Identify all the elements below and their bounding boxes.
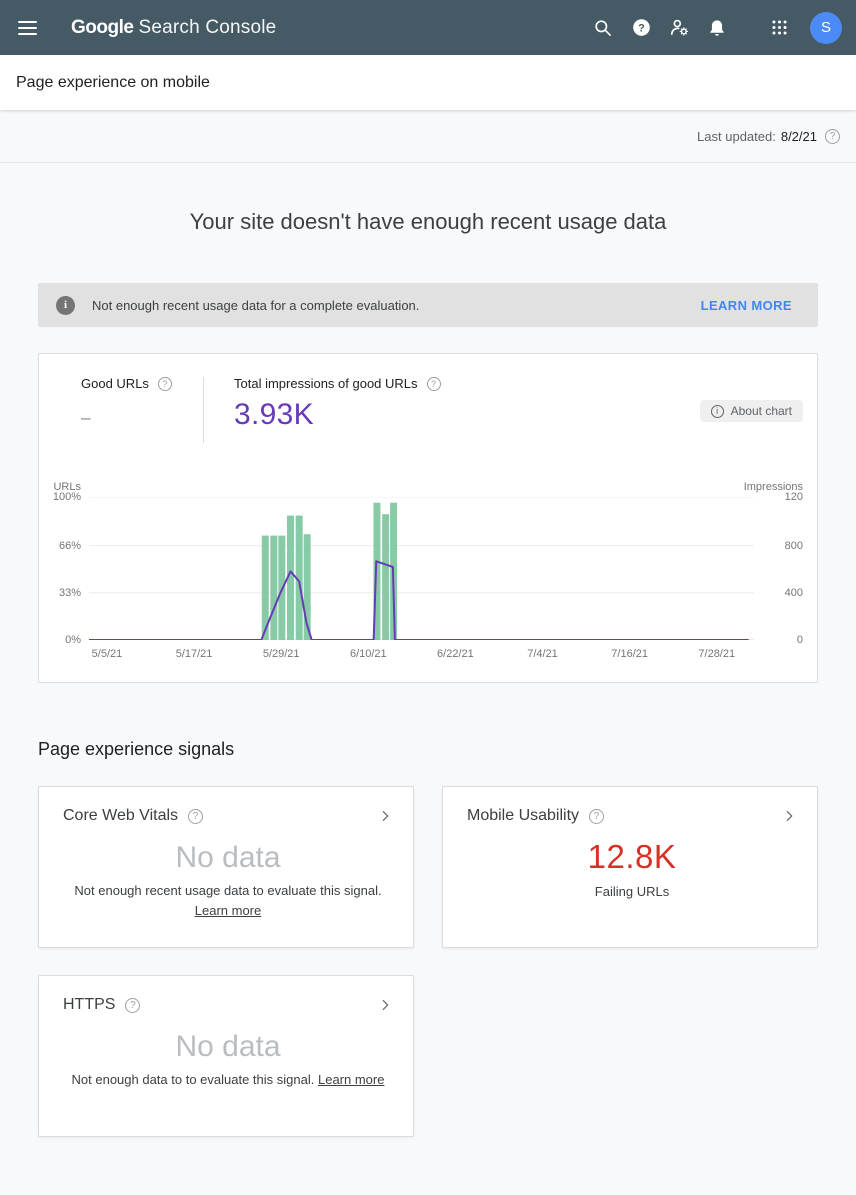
y-tick-label: 33% <box>59 587 81 599</box>
last-updated-date: 8/2/21 <box>781 129 817 144</box>
x-tick-label: 7/16/21 <box>611 648 648 660</box>
y-tick-label: 800 <box>785 540 803 552</box>
y-tick-label: 0% <box>65 634 81 646</box>
card-mobile-usability[interactable]: Mobile Usability ? 12.8K Failing URLs <box>442 786 818 948</box>
breadcrumb[interactable]: Page experience on mobile <box>16 74 210 92</box>
card-help-icon[interactable]: ? <box>125 998 140 1013</box>
learn-more-link[interactable]: Learn more <box>63 902 393 920</box>
logo-google: Google <box>71 17 133 39</box>
metrics-divider <box>203 377 204 443</box>
app-logo[interactable]: Google Search Console <box>71 17 276 39</box>
x-tick-label: 5/5/21 <box>92 648 123 660</box>
signals-heading: Page experience signals <box>38 739 818 760</box>
impressions-value: 3.93K <box>234 398 441 432</box>
about-chart-label: About chart <box>731 404 792 418</box>
y-tick-label: 400 <box>785 587 803 599</box>
last-updated-help-icon[interactable]: ? <box>825 129 840 144</box>
y-axis-right: Impressions 1208004000 <box>754 481 817 641</box>
info-icon: i <box>56 296 75 315</box>
y-tick-label: 100% <box>53 491 81 503</box>
failing-urls-value: 12.8K <box>467 838 797 876</box>
card-caption: Failing URLs <box>467 883 797 901</box>
x-axis: 5/5/21 5/17/21 5/29/21 6/10/21 6/22/21 7/4/21… <box>89 644 754 666</box>
info-banner: i Not enough recent usage data for a com… <box>38 283 818 327</box>
card-title: Mobile Usability <box>467 807 579 825</box>
chevron-right-icon[interactable] <box>377 997 393 1013</box>
good-urls-help-icon[interactable]: ? <box>158 377 172 391</box>
card-caption: Not enough recent usage data to evaluate… <box>74 883 381 898</box>
no-data-text: No data <box>63 841 393 875</box>
card-title: Core Web Vitals <box>63 807 178 825</box>
learn-more-link[interactable]: Learn more <box>318 1072 384 1087</box>
good-urls-value: – <box>81 408 177 428</box>
last-updated-label: Last updated: <box>697 129 776 144</box>
about-chart-button[interactable]: i About chart <box>700 400 803 422</box>
metric-impressions[interactable]: Total impressions of good URLs ? 3.93K <box>234 376 441 432</box>
card-help-icon[interactable]: ? <box>589 809 604 824</box>
apps-grid-icon[interactable] <box>760 9 798 47</box>
metric-good-urls-label: Good URLs <box>81 376 149 391</box>
chart-card: Good URLs ? – Total impressions of good … <box>38 353 818 683</box>
card-help-icon[interactable]: ? <box>188 809 203 824</box>
x-tick-label: 5/17/21 <box>176 648 213 660</box>
metric-impressions-label: Total impressions of good URLs <box>234 376 418 391</box>
chart-metrics-row: Good URLs ? – Total impressions of good … <box>39 354 817 443</box>
no-data-text: No data <box>63 1030 393 1064</box>
y-tick-label: 0 <box>797 634 803 646</box>
banner-message: Not enough recent usage data for a compl… <box>92 298 419 313</box>
card-caption: Not enough data to to evaluate this sign… <box>72 1072 315 1087</box>
hamburger-menu-icon[interactable] <box>18 10 54 46</box>
notifications-bell-icon[interactable] <box>698 9 736 47</box>
card-core-web-vitals[interactable]: Core Web Vitals ? No data Not enough rec… <box>38 786 414 948</box>
x-tick-label: 6/22/21 <box>437 648 474 660</box>
help-icon[interactable]: ? <box>622 9 660 47</box>
search-icon[interactable] <box>584 9 622 47</box>
page-title: Your site doesn't have enough recent usa… <box>0 209 856 235</box>
plot-svg <box>89 497 754 640</box>
learn-more-link[interactable]: LEARN MORE <box>701 298 792 313</box>
about-chart-info-icon: i <box>711 405 724 418</box>
meta-row: Last updated: 8/2/21 ? <box>0 110 856 163</box>
chart-area: URLs 100%66%33%0% Impressions 1208004000 <box>39 481 817 641</box>
y-tick-label: 66% <box>59 540 81 552</box>
chevron-right-icon[interactable] <box>377 808 393 824</box>
x-tick-label: 5/29/21 <box>263 648 300 660</box>
breadcrumb-bar: Page experience on mobile <box>0 55 856 110</box>
impressions-help-icon[interactable]: ? <box>427 377 441 391</box>
top-app-bar: Google Search Console ? <box>0 0 856 55</box>
card-https[interactable]: HTTPS ? No data Not enough data to to ev… <box>38 975 414 1137</box>
x-tick-label: 7/28/21 <box>698 648 735 660</box>
y-axis-left: URLs 100%66%33%0% <box>39 481 89 641</box>
signals-grid: Core Web Vitals ? No data Not enough rec… <box>38 786 818 1137</box>
metric-good-urls[interactable]: Good URLs ? – <box>81 376 177 428</box>
chevron-right-icon[interactable] <box>781 808 797 824</box>
manage-users-icon[interactable] <box>660 9 698 47</box>
svg-text:?: ? <box>638 22 645 34</box>
x-tick-label: 7/4/21 <box>527 648 558 660</box>
y-tick-label: 120 <box>785 491 803 503</box>
plot-region[interactable] <box>89 481 754 641</box>
card-title: HTTPS <box>63 996 115 1014</box>
user-avatar[interactable]: S <box>810 12 842 44</box>
x-tick-label: 6/10/21 <box>350 648 387 660</box>
logo-suffix: Search Console <box>138 17 276 39</box>
